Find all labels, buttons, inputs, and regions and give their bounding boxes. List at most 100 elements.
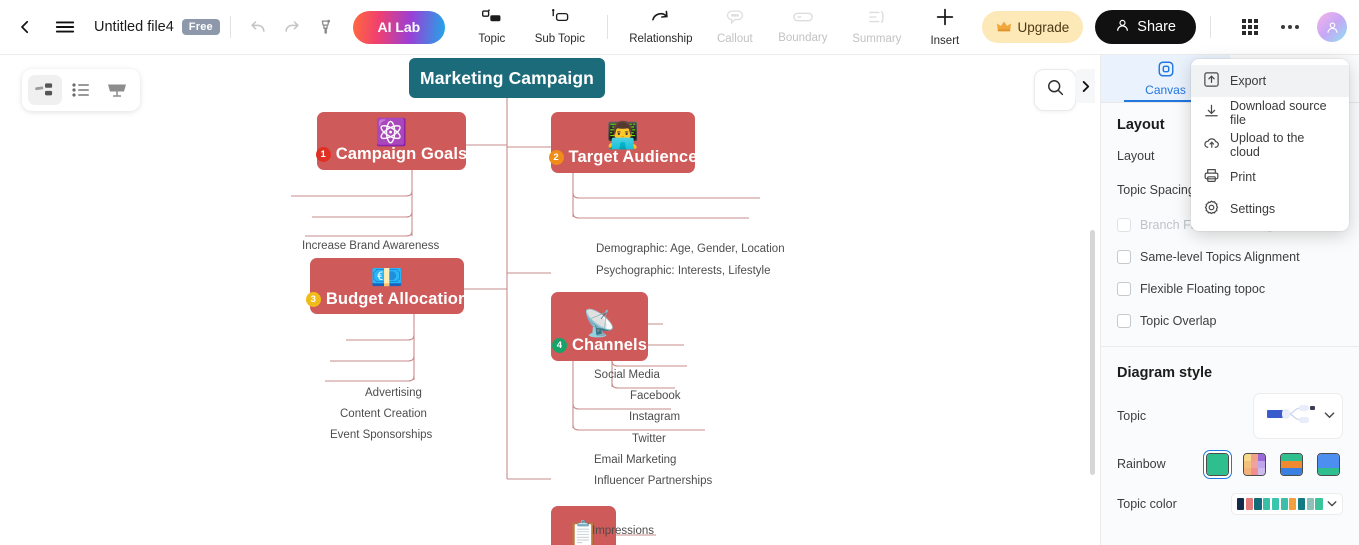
tool-label: Sub Topic bbox=[534, 33, 585, 46]
presentation-view-icon[interactable] bbox=[100, 75, 134, 105]
gear-icon bbox=[1203, 199, 1220, 219]
branch-budget-allocation[interactable]: 💶 3 Budget Allocation bbox=[305, 258, 468, 314]
rainbow-label: Rainbow bbox=[1117, 457, 1166, 471]
chevron-down-icon[interactable] bbox=[1327, 499, 1337, 510]
panel-collapse-button[interactable] bbox=[1075, 69, 1095, 103]
tool-relationship[interactable]: Relationship bbox=[618, 2, 704, 52]
checkbox-flexible-floating-topic[interactable]: Flexible Floating topoc bbox=[1101, 277, 1359, 301]
checkbox-box[interactable] bbox=[1117, 314, 1131, 328]
rainbow-swatch-2[interactable] bbox=[1277, 450, 1306, 479]
more-horizontal-icon bbox=[1281, 25, 1299, 29]
redo-button[interactable] bbox=[275, 10, 309, 44]
branch-title: Campaign Goals bbox=[335, 145, 468, 163]
share-button[interactable]: Share bbox=[1095, 10, 1196, 44]
tool-sub-topic[interactable]: Sub Topic bbox=[523, 2, 597, 52]
leaf-node[interactable]: Impressions bbox=[592, 525, 654, 538]
leaf-node[interactable]: Content Creation bbox=[340, 408, 427, 421]
satellite-antenna-emoji-icon: 📡 bbox=[583, 308, 616, 338]
mindmap-view-icon[interactable] bbox=[28, 75, 62, 105]
branch-number-badge: 2 bbox=[548, 150, 564, 165]
topic-style-preview-icon bbox=[1261, 399, 1319, 434]
root-topic[interactable]: Marketing Campaign bbox=[409, 58, 605, 98]
person-computer-emoji-icon: 👨‍💻 bbox=[606, 120, 640, 150]
export-icon bbox=[1203, 71, 1220, 91]
tool-callout[interactable]: Callout bbox=[704, 2, 766, 52]
menu-item-label: Upload to the cloud bbox=[1230, 131, 1305, 159]
leaf-node[interactable]: Email Marketing bbox=[594, 454, 676, 467]
divider bbox=[606, 15, 608, 39]
checkbox-label: Flexible Floating topoc bbox=[1140, 282, 1266, 296]
callout-icon bbox=[725, 8, 745, 31]
branch-number-badge: 4 bbox=[551, 338, 567, 353]
leaf-node[interactable]: Facebook bbox=[630, 390, 681, 403]
leaf-node[interactable]: Influencer Partnerships bbox=[594, 475, 712, 488]
rainbow-swatch-3[interactable] bbox=[1314, 450, 1343, 479]
menu-item-print[interactable]: Print bbox=[1191, 161, 1349, 193]
topic-icon bbox=[481, 8, 503, 31]
rainbow-swatch-0[interactable] bbox=[1203, 449, 1232, 479]
topic-color-row: Topic color bbox=[1101, 487, 1359, 521]
plan-badge: Free bbox=[181, 19, 220, 35]
panel-scrollbar[interactable] bbox=[1090, 230, 1095, 475]
menu-item-upload-to-the-cloud[interactable]: Upload to the cloud bbox=[1191, 129, 1349, 161]
upgrade-button[interactable]: Upgrade bbox=[981, 11, 1084, 43]
branch-label: 4 Channels bbox=[551, 336, 648, 355]
tool-boundary[interactable]: Boundary bbox=[766, 2, 840, 52]
tool-label: Boundary bbox=[778, 32, 828, 45]
format-painter-button[interactable] bbox=[309, 10, 343, 44]
layout-label: Layout bbox=[1117, 149, 1155, 163]
search-icon bbox=[1046, 78, 1065, 102]
color-chip bbox=[1245, 498, 1253, 510]
topic-color-label: Topic color bbox=[1117, 497, 1177, 511]
checkbox-label: Same-level Topics Alignment bbox=[1140, 250, 1300, 264]
document-title[interactable]: Untitled file4 bbox=[94, 19, 174, 35]
menu-item-label: Download source file bbox=[1230, 99, 1327, 127]
leaf-node[interactable]: Twitter bbox=[632, 433, 666, 446]
color-chip bbox=[1297, 498, 1306, 510]
rainbow-swatch-1[interactable] bbox=[1240, 450, 1269, 479]
tool-insert[interactable]: Insert bbox=[914, 2, 976, 52]
branch-title: Channels bbox=[571, 336, 648, 354]
apps-grid-button[interactable] bbox=[1233, 10, 1267, 44]
search-button[interactable] bbox=[1034, 69, 1076, 111]
grid-apps-icon bbox=[1242, 19, 1258, 35]
back-button[interactable] bbox=[8, 10, 42, 44]
menu-item-settings[interactable]: Settings bbox=[1191, 193, 1349, 225]
tool-summary[interactable]: Summary bbox=[840, 2, 914, 52]
checkbox-topic-overlap[interactable]: Topic Overlap bbox=[1101, 309, 1359, 333]
menu-item-download-source-file[interactable]: Download source file bbox=[1191, 97, 1349, 129]
hamburger-menu-button[interactable] bbox=[48, 10, 82, 44]
mindmap-canvas[interactable]: Marketing Campaign ⚛️ 1 Campaign Goals I… bbox=[0, 55, 1100, 545]
leaf-node[interactable]: Psychographic: Interests, Lifestyle bbox=[596, 265, 771, 278]
undo-button[interactable] bbox=[241, 10, 275, 44]
leaf-node[interactable]: Increase Brand Awareness bbox=[302, 240, 439, 253]
leaf-node[interactable]: Social Media bbox=[594, 369, 660, 382]
chevron-down-icon[interactable] bbox=[1324, 411, 1335, 422]
tool-label: Relationship bbox=[629, 33, 693, 46]
checkbox-box[interactable] bbox=[1117, 218, 1131, 232]
branch-target-audience[interactable]: 👨‍💻 2 Target Audience bbox=[548, 112, 697, 173]
topic-style-select[interactable] bbox=[1253, 393, 1343, 439]
checkbox-same-level-alignment[interactable]: Same-level Topics Alignment bbox=[1101, 245, 1359, 269]
more-options-button[interactable] bbox=[1273, 10, 1307, 44]
checkbox-box[interactable] bbox=[1117, 250, 1131, 264]
leaf-node[interactable]: Instagram bbox=[629, 411, 680, 424]
topic-color-select[interactable] bbox=[1231, 493, 1343, 515]
branch-campaign-goals[interactable]: ⚛️ 1 Campaign Goals bbox=[315, 112, 468, 170]
avatar[interactable] bbox=[1317, 12, 1347, 42]
leaf-node[interactable]: Event Sponsorships bbox=[330, 429, 432, 442]
menu-item-export[interactable]: Export bbox=[1191, 65, 1349, 97]
leaf-node[interactable]: Advertising bbox=[365, 387, 422, 400]
leaf-node[interactable]: Demographic: Age, Gender, Location bbox=[596, 243, 785, 256]
menu-item-label: Settings bbox=[1230, 202, 1276, 216]
outline-view-icon[interactable] bbox=[64, 75, 98, 105]
checkbox-box[interactable] bbox=[1117, 282, 1131, 296]
divider bbox=[229, 16, 231, 38]
tool-topic[interactable]: Topic bbox=[461, 2, 523, 52]
branch-channels[interactable]: 📡 4 Channels bbox=[551, 292, 648, 361]
ai-lab-button[interactable]: AI Lab bbox=[352, 10, 445, 44]
rainbow-swatch-grid bbox=[1206, 452, 1229, 476]
color-chip bbox=[1237, 498, 1245, 510]
export-dropdown-menu: Export Download source file Upload to th… bbox=[1191, 59, 1349, 231]
branch-label: 3 Budget Allocation bbox=[305, 290, 468, 309]
